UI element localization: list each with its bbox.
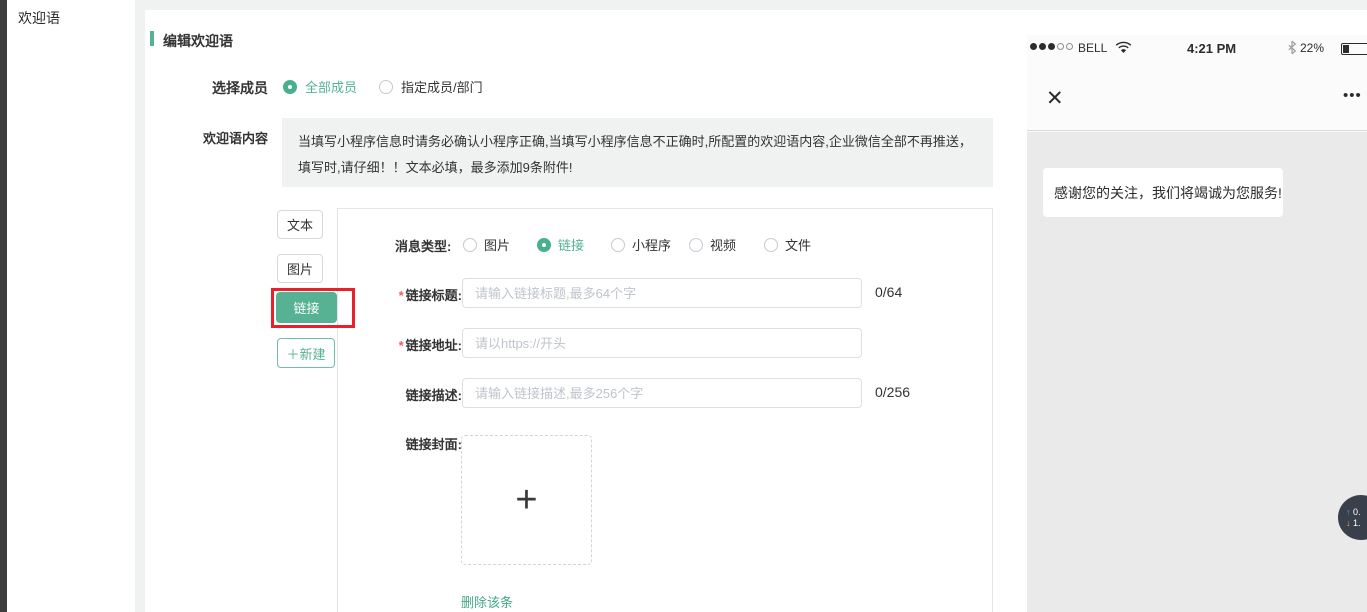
welcome-content-notice: 当填写小程序信息时请务必确认小程序正确,当填写小程序信息不正确时,所配置的欢迎语… — [282, 118, 993, 187]
radio-all-members-label[interactable]: 全部成员 — [305, 80, 357, 95]
carrier-label: BELL — [1078, 41, 1107, 55]
radio-type-file-label[interactable]: 文件 — [785, 238, 811, 253]
delete-item-link[interactable]: 删除该条 — [461, 592, 513, 611]
link-url-label: *链接地址: — [390, 335, 462, 354]
phone-nav-bar: ✕ ••• — [1027, 62, 1367, 131]
welcome-message-bubble: 感谢您的关注，我们将竭诚为您服务! — [1043, 168, 1283, 217]
radio-selected-icon[interactable] — [537, 238, 551, 252]
upload-speed-value: 0. — [1353, 507, 1361, 517]
left-rail — [0, 0, 7, 612]
link-title-counter: 0/64 — [875, 284, 902, 300]
sidebar-item-welcome-message[interactable]: 欢迎语 — [18, 8, 60, 28]
radio-type-link[interactable]: 链接 — [537, 235, 584, 254]
radio-type-miniprogram[interactable]: 小程序 — [611, 235, 671, 254]
more-options-icon[interactable]: ••• — [1343, 88, 1362, 103]
radio-type-image[interactable]: 图片 — [463, 235, 510, 254]
link-desc-input[interactable] — [462, 378, 862, 408]
radio-type-video-label[interactable]: 视频 — [710, 238, 736, 253]
required-mark: * — [399, 288, 404, 303]
signal-strength-icon — [1030, 43, 1073, 50]
link-desc-counter: 0/256 — [875, 384, 910, 400]
tab-image[interactable]: 图片 — [277, 254, 323, 283]
tab-text[interactable]: 文本 — [277, 210, 323, 239]
battery-percent-label: 22% — [1300, 41, 1324, 55]
attachment-form-panel — [337, 208, 993, 612]
radio-unselected-icon[interactable] — [764, 238, 778, 252]
radio-type-video[interactable]: 视频 — [689, 235, 736, 254]
annotation-highlight-box — [271, 288, 355, 328]
radio-all-members[interactable]: 全部成员 — [283, 77, 357, 96]
required-mark: * — [399, 338, 404, 353]
radio-specified-members[interactable]: 指定成员/部门 — [379, 77, 483, 96]
plus-icon[interactable]: + — [515, 481, 537, 519]
radio-unselected-icon[interactable] — [689, 238, 703, 252]
link-cover-label: 链接封面: — [390, 434, 462, 453]
sidebar: 欢迎语 — [7, 0, 135, 612]
member-select-label: 选择成员 — [198, 78, 268, 98]
link-url-input[interactable] — [462, 328, 862, 358]
phone-status-bar: BELL 4:21 PM 22% — [1027, 35, 1367, 62]
radio-unselected-icon[interactable] — [463, 238, 477, 252]
download-speed-value: 1. — [1353, 518, 1361, 528]
radio-unselected-icon[interactable] — [379, 80, 393, 94]
link-title-input[interactable] — [462, 278, 862, 308]
phone-preview: BELL 4:21 PM 22% ✕ ••• 感谢您的关注，我们将竭诚 — [1027, 35, 1367, 612]
radio-type-miniprogram-label[interactable]: 小程序 — [632, 238, 671, 253]
clock-label: 4:21 PM — [1187, 41, 1236, 56]
radio-type-file[interactable]: 文件 — [764, 235, 811, 254]
radio-type-image-label[interactable]: 图片 — [484, 238, 510, 253]
link-desc-label: 链接描述: — [390, 385, 462, 404]
page: 欢迎语 编辑欢迎语 选择成员 全部成员 指定成员/部门 欢迎语内容 当填写小程序… — [0, 0, 1367, 612]
radio-specified-members-label[interactable]: 指定成员/部门 — [401, 80, 483, 95]
add-new-attachment-button[interactable]: ＋新建 — [277, 338, 335, 368]
link-title-label: *链接标题: — [390, 285, 462, 304]
cover-upload-box[interactable]: + — [461, 435, 592, 565]
radio-unselected-icon[interactable] — [611, 238, 625, 252]
chat-preview-area: 感谢您的关注，我们将竭诚为您服务! — [1027, 132, 1367, 612]
download-arrow-icon: ↓ — [1346, 518, 1351, 528]
radio-selected-icon[interactable] — [283, 80, 297, 94]
close-icon[interactable]: ✕ — [1046, 88, 1064, 109]
section-accent-bar — [150, 31, 154, 46]
wifi-icon — [1115, 41, 1132, 59]
message-type-label: 消息类型: — [395, 236, 451, 255]
upload-arrow-icon: ↑ — [1346, 507, 1351, 517]
bluetooth-icon — [1287, 40, 1297, 60]
battery-icon — [1341, 43, 1367, 55]
page-title: 编辑欢迎语 — [163, 31, 233, 51]
radio-type-link-label[interactable]: 链接 — [558, 238, 584, 253]
welcome-content-label: 欢迎语内容 — [188, 128, 268, 147]
